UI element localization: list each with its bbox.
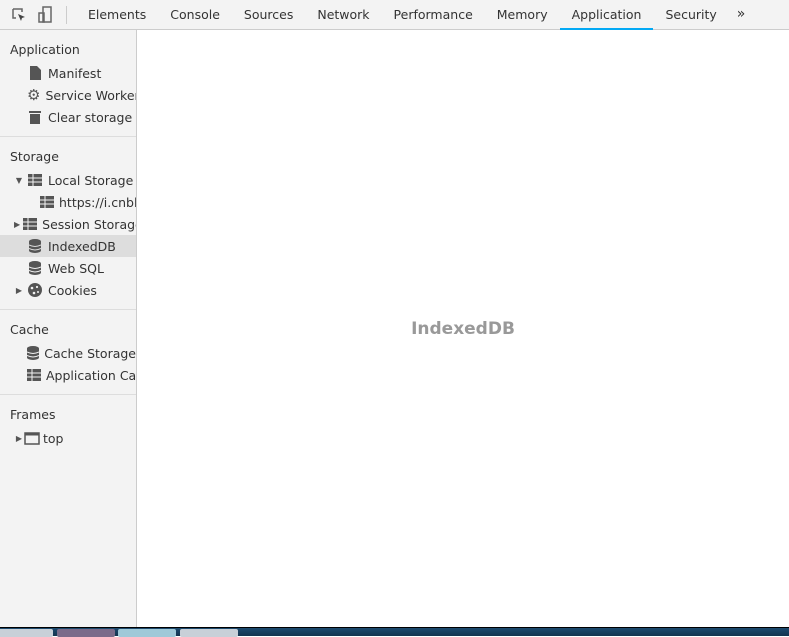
sidebar-item-indexeddb[interactable]: IndexedDB	[0, 235, 136, 257]
tab-sources[interactable]: Sources	[232, 0, 305, 30]
expand-arrow-closed-icon[interactable]: ▶	[14, 434, 24, 443]
empty-view-title: IndexedDB	[411, 319, 515, 339]
sidebar-item-application-cache[interactable]: Application Cache	[0, 364, 136, 386]
sidebar: Application Manifest ⚙ Service Workers C…	[0, 30, 137, 630]
main-panel: IndexedDB	[137, 30, 789, 630]
devtools-toolbar: Elements Console Sources Network Perform…	[0, 0, 789, 30]
sidebar-item-label: Local Storage	[48, 172, 134, 188]
sidebar-item-session-storage[interactable]: ▶ Session Storage	[0, 213, 136, 235]
sidebar-item-cache-storage[interactable]: Cache Storage	[0, 342, 136, 364]
section-title: Storage	[10, 149, 59, 164]
database-icon	[27, 239, 43, 253]
gear-icon: ⚙	[27, 86, 41, 104]
sidebar-item-local-origin[interactable]: https://i.cnblogs.com	[0, 191, 136, 213]
sidebar-item-web-sql[interactable]: Web SQL	[0, 257, 136, 279]
sidebar-item-label: top	[43, 430, 64, 446]
cookie-icon	[27, 283, 43, 297]
sidebar-item-local-storage[interactable]: ▼ Local Storage	[0, 169, 136, 191]
inspect-icon	[12, 7, 25, 21]
tab-elements[interactable]: Elements	[76, 0, 158, 30]
grid-icon	[40, 195, 54, 209]
sidebar-item-label: https://i.cnblogs.com	[59, 194, 136, 210]
tab-performance[interactable]: Performance	[382, 0, 485, 30]
sidebar-item-clear-storage[interactable]: Clear storage	[0, 106, 136, 128]
trash-icon	[27, 110, 43, 124]
section-title: Frames	[10, 407, 56, 422]
more-tabs-button[interactable]: »	[729, 0, 754, 30]
sidebar-item-label: IndexedDB	[48, 238, 116, 254]
database-icon	[27, 261, 43, 275]
sidebar-item-label: Service Workers	[45, 87, 137, 103]
device-icon	[38, 5, 52, 23]
cache-section: Cache Cache Storage Application Cache	[0, 310, 136, 395]
tab-application[interactable]: Application	[559, 0, 654, 30]
section-title: Cache	[10, 322, 49, 337]
sidebar-item-label: Cookies	[48, 282, 97, 298]
grid-icon	[27, 368, 41, 382]
tab-console[interactable]: Console	[158, 0, 232, 30]
sidebar-item-label: Session Storage	[42, 216, 137, 232]
grid-icon	[27, 173, 43, 187]
sidebar-item-service-workers[interactable]: ⚙ Service Workers	[0, 84, 136, 106]
sidebar-item-label: Cache Storage	[44, 345, 136, 361]
tab-network[interactable]: Network	[305, 0, 381, 30]
section-title: Application	[10, 42, 80, 57]
expand-arrow-closed-icon[interactable]: ▶	[14, 220, 20, 229]
device-toolbar-button[interactable]	[34, 4, 56, 26]
expand-arrow-closed-icon[interactable]: ▶	[14, 286, 24, 295]
sidebar-item-top-frame[interactable]: ▶ top	[0, 427, 136, 449]
application-section: Application Manifest ⚙ Service Workers C…	[0, 30, 136, 137]
os-taskbar	[0, 627, 789, 637]
document-icon	[27, 66, 43, 80]
sidebar-item-manifest[interactable]: Manifest	[0, 62, 136, 84]
database-icon	[27, 346, 40, 360]
tab-memory[interactable]: Memory	[485, 0, 560, 30]
toolbar-divider	[66, 5, 67, 24]
storage-section: Storage ▼ Local Storage https://i.cnblog…	[0, 137, 136, 310]
sidebar-item-label: Clear storage	[48, 109, 133, 125]
grid-icon	[23, 217, 38, 231]
sidebar-item-label: Application Cache	[46, 367, 137, 383]
inspect-element-button[interactable]	[8, 4, 30, 26]
sidebar-item-label: Manifest	[48, 65, 102, 81]
tab-security[interactable]: Security	[653, 0, 728, 30]
sidebar-item-label: Web SQL	[48, 260, 104, 276]
sidebar-item-cookies[interactable]: ▶ Cookies	[0, 279, 136, 301]
frame-icon	[24, 431, 40, 445]
expand-arrow-open-icon[interactable]: ▼	[14, 176, 24, 185]
frames-section: Frames ▶ top	[0, 395, 136, 457]
